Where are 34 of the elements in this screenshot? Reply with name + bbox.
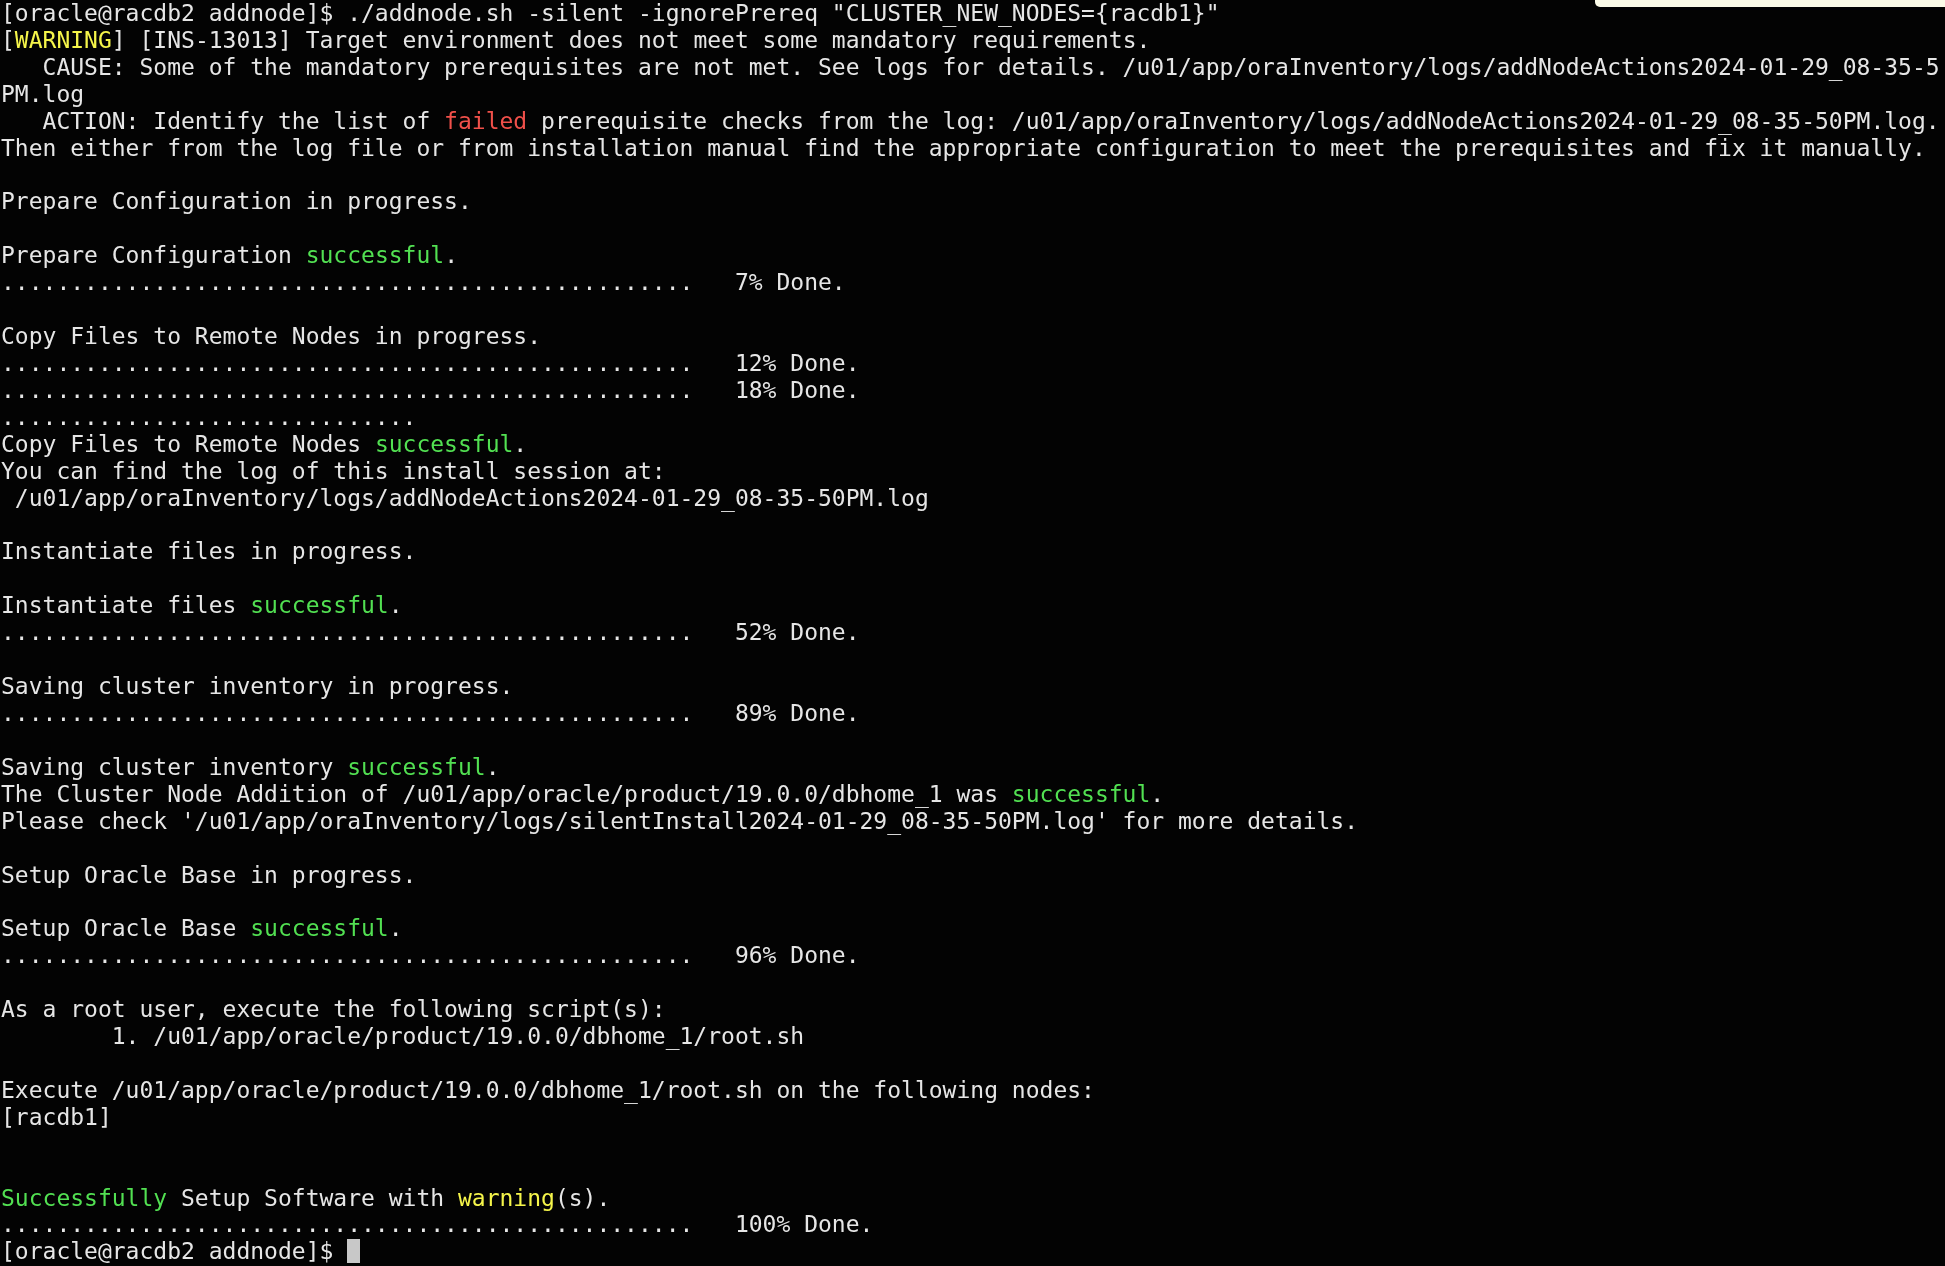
terminal-line: .................................................. 96% Done. [1, 942, 860, 970]
terminal-line: .................................................. 100% Done. [1, 1211, 874, 1239]
terminal-line: .................................................. 89% Done. [1, 699, 860, 727]
terminal-line: PM.log [1, 80, 85, 108]
terminal-line: Execute /u01/app/oracle/product/19.0.0/dbhome_1/root.sh on the following nodes: [1, 1076, 1095, 1104]
terminal-line: Then either from the log file or from installation manual find the appropriate configuration to meet the prerequisites and fix it manually. [1, 134, 1926, 162]
terminal-line: ACTION: Identify the list of failed prerequisite checks from the log: /u01/app/oraInventory/logs/addNodeActions2024-01-29_08-35-50PM.log. [41, 107, 1940, 135]
terminal-line: Saving cluster inventory successful. [1, 753, 500, 781]
terminal-line: As a root user, execute the following script(s): [1, 996, 666, 1024]
terminal-line: CAUSE: Some of the mandatory prerequisites are not met. See logs for details. /u01/app/oraInventory/logs/addNodeActions2024-01-29_08-35-5 [41, 53, 1940, 81]
terminal-line: .................................................. 52% Done. [1, 619, 860, 647]
terminal-line: Setup Oracle Base successful. [1, 915, 403, 943]
terminal-line: Setup Oracle Base in progress. [1, 861, 417, 889]
terminal-line: Successfully Setup Software with warning(s). [1, 1184, 611, 1212]
terminal-line: You can find the log of this install session at: [1, 457, 666, 485]
terminal-line: .............................. [1, 403, 417, 431]
terminal-line: .................................................. 7% Done. [1, 269, 846, 297]
terminal-line: The Cluster Node Addition of /u01/app/oracle/product/19.0.0/dbhome_1 was successful. [1, 780, 1165, 808]
terminal-line: Saving cluster inventory in progress. [1, 673, 514, 700]
terminal-line: [WARNING] [INS-13013] Target environment does not meet some mandatory requirements. [1, 26, 1151, 54]
terminal-line: [racdb1] [1, 1103, 112, 1131]
terminal-line: Instantiate files successful. [1, 592, 403, 620]
terminal-line: Copy Files to Remote Nodes successful. [1, 430, 528, 458]
terminal-line: [oracle@racdb2 addnode]$ [1, 1238, 361, 1266]
terminal-line: Prepare Configuration in progress. [1, 188, 472, 216]
terminal-line: [oracle@racdb2 addnode]$ ./addnode.sh -silent -ignorePrereq "CLUSTER_NEW_NODES={racdb1}" [1, 0, 1220, 27]
terminal-line: /u01/app/oraInventory/logs/addNodeActions2024-01-29_08-35-50PM.log [13, 484, 929, 512]
terminal-line: .................................................. 12% Done. [1, 350, 860, 377]
terminal-line: Prepare Configuration successful. [1, 242, 458, 270]
terminal-line: Instantiate files in progress. [1, 538, 417, 566]
terminal-line: Please check '/u01/app/oraInventory/logs/silentInstall2024-01-29_08-35-50PM.log' for more details. [1, 807, 1359, 835]
terminal-line: 1. /u01/app/oracle/product/19.0.0/dbhome_1/root.sh [110, 1023, 805, 1050]
terminal-line: .................................................. 18% Done. [1, 376, 860, 404]
terminal-line: Copy Files to Remote Nodes in progress. [1, 323, 542, 350]
